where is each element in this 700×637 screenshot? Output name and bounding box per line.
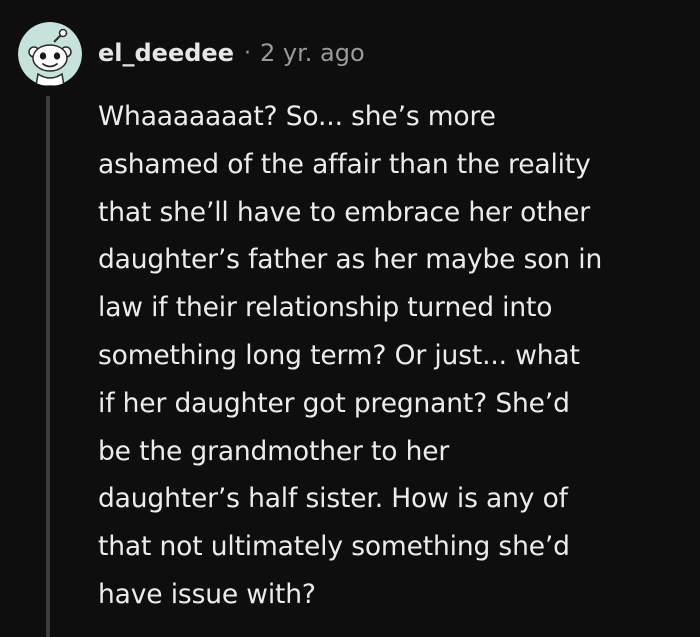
comment-body-line: ashamed of the affair than the reality — [98, 148, 591, 180]
username-link[interactable]: el_deedee — [98, 39, 234, 67]
comment-timestamp[interactable]: 2 yr. ago — [260, 39, 365, 67]
comment-body-line: something long term? Or just... what — [98, 339, 580, 371]
thread-collapse-line[interactable] — [46, 96, 50, 637]
comment-body-line: that not ultimately something she’d — [98, 531, 570, 563]
avatar[interactable] — [18, 22, 82, 86]
comment-body-line: if her daughter got pregnant? She’d — [98, 387, 570, 419]
comment-body-line: Whaaaaaaat? So... she’s more — [98, 101, 496, 132]
snoo-avatar-icon — [18, 22, 82, 86]
comment-body-line: daughter’s half sister. How is any of — [98, 483, 568, 515]
comment-body: Whaaaaaaat? So... she’s more ashamed of … — [98, 93, 688, 619]
comment-header: el_deedee · 2 yr. ago — [98, 36, 365, 70]
comment-body-line: that she’ll have to embrace her other — [98, 196, 591, 228]
meta-separator: · — [243, 40, 251, 66]
comment-body-line: daughter’s father as her maybe son in — [98, 244, 603, 276]
comment: el_deedee · 2 yr. ago Whaaaaaaat? So... … — [0, 0, 700, 637]
comment-body-line: have issue with? — [98, 578, 316, 610]
comment-body-line: be the grandmother to her — [98, 435, 450, 467]
comment-body-line: law if their relationship turned into — [98, 292, 553, 324]
